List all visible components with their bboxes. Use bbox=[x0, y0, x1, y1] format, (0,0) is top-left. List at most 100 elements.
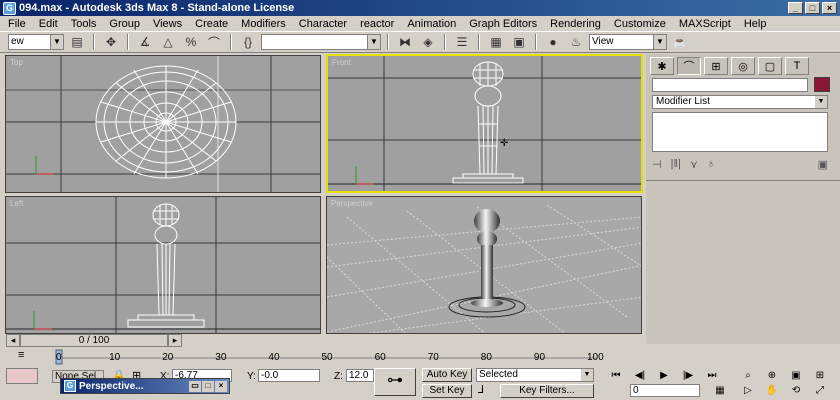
menu-reactor[interactable]: reactor bbox=[360, 18, 394, 30]
app-logo-icon: G bbox=[64, 380, 76, 392]
next-key-icon[interactable]: |▶ bbox=[680, 369, 696, 382]
display-tab-icon[interactable]: ▢ bbox=[758, 57, 782, 75]
object-color-swatch[interactable] bbox=[814, 77, 830, 92]
viewport-label[interactable]: Front bbox=[332, 58, 351, 67]
create-tab-icon[interactable]: ✱ bbox=[650, 57, 674, 75]
time-configuration-icon[interactable]: ▦ bbox=[712, 384, 728, 397]
minimize-button[interactable]: _ bbox=[788, 2, 803, 14]
trackbar-tick-label: 70 bbox=[427, 352, 439, 363]
make-unique-icon[interactable]: ⋎ bbox=[690, 158, 698, 171]
remove-modifier-icon[interactable]: ♁ bbox=[707, 158, 715, 170]
viewport-label[interactable]: Top bbox=[10, 58, 23, 67]
next-frame-icon[interactable]: ▸ bbox=[168, 334, 182, 347]
set-key-button[interactable]: Set Key bbox=[422, 384, 472, 398]
key-tangent-icon[interactable]: ⅃ bbox=[478, 383, 496, 397]
previous-key-icon[interactable]: ◀| bbox=[632, 369, 648, 382]
zoom-extents-icon[interactable]: ▣ bbox=[788, 369, 804, 382]
maxscript-listener-field[interactable] bbox=[6, 368, 38, 384]
curve-editor-icon[interactable]: ▦ bbox=[486, 33, 506, 51]
utilities-tab-icon[interactable]: T bbox=[785, 57, 809, 75]
trackbar-tick-label: 0 bbox=[56, 352, 62, 363]
z-label: Z: bbox=[334, 371, 343, 382]
zoom-extents-all-icon[interactable]: ⊞ bbox=[812, 369, 828, 382]
quick-render-icon[interactable]: ☕ bbox=[670, 33, 690, 51]
z-coordinate-field[interactable]: 12.0 bbox=[346, 369, 374, 382]
maximize-button[interactable]: □ bbox=[202, 380, 214, 392]
current-frame-field[interactable]: 0 bbox=[630, 384, 700, 397]
render-scene-icon[interactable]: ♨ bbox=[566, 33, 586, 51]
menu-create[interactable]: Create bbox=[195, 18, 228, 30]
menu-character[interactable]: Character bbox=[299, 18, 347, 30]
arc-rotate-icon[interactable]: ⟲ bbox=[788, 384, 804, 397]
close-button[interactable]: × bbox=[215, 380, 227, 392]
menu-edit[interactable]: Edit bbox=[39, 18, 58, 30]
play-icon[interactable]: ▶ bbox=[656, 369, 672, 382]
key-mode-dropdown[interactable]: Selected ▼ bbox=[476, 368, 594, 382]
stack-buttons: ⊣ |‖| ⋎ ♁ ▣ bbox=[652, 156, 828, 172]
configure-modifier-sets-icon[interactable]: ▣ bbox=[818, 158, 828, 171]
percent-snap-icon[interactable]: % bbox=[181, 33, 201, 51]
modifier-stack[interactable] bbox=[652, 112, 828, 152]
auto-key-button[interactable]: Auto Key bbox=[422, 368, 472, 382]
menu-customize[interactable]: Customize bbox=[614, 18, 666, 30]
selection-filter-dropdown[interactable]: ew ▼ bbox=[8, 34, 64, 50]
maximize-button[interactable]: □ bbox=[805, 2, 820, 14]
minimized-perspective-window[interactable]: G Perspective... ▭ □ × bbox=[60, 378, 230, 394]
named-selection-dropdown[interactable]: ▼ bbox=[261, 34, 381, 50]
menu-group[interactable]: Group bbox=[109, 18, 140, 30]
snap-icon[interactable]: △ bbox=[158, 33, 178, 51]
menu-maxscript[interactable]: MAXScript bbox=[679, 18, 731, 30]
y-coordinate-field[interactable]: -0.0 bbox=[258, 369, 320, 382]
viewport-label[interactable]: Left bbox=[10, 199, 23, 208]
zoom-all-icon[interactable]: ⊕ bbox=[764, 369, 780, 382]
svg-text:✛: ✛ bbox=[500, 138, 509, 149]
zoom-icon[interactable]: ⌕ bbox=[740, 369, 756, 382]
menu-rendering[interactable]: Rendering bbox=[550, 18, 601, 30]
align-icon[interactable]: ◈ bbox=[418, 33, 438, 51]
pin-stack-icon[interactable]: ⊣ bbox=[652, 158, 662, 171]
object-name-field[interactable] bbox=[652, 78, 808, 92]
hierarchy-tab-icon[interactable]: ⊞ bbox=[704, 57, 728, 75]
viewport-left[interactable]: Left bbox=[5, 196, 321, 334]
menu-graph-editors[interactable]: Graph Editors bbox=[469, 18, 537, 30]
show-end-result-icon[interactable]: |‖| bbox=[671, 158, 681, 170]
schematic-view-icon[interactable]: ▣ bbox=[509, 33, 529, 51]
menu-help[interactable]: Help bbox=[744, 18, 767, 30]
go-to-end-icon[interactable]: ⏭ bbox=[704, 369, 720, 382]
move-icon[interactable]: ✥ bbox=[101, 33, 121, 51]
viewport-label[interactable]: Perspective bbox=[331, 199, 373, 208]
angle-snap-icon[interactable]: ∡ bbox=[135, 33, 155, 51]
render-type-dropdown[interactable]: View ▼ bbox=[589, 34, 667, 50]
front-view-graphic: ✛ bbox=[328, 56, 641, 191]
pan-icon[interactable]: ✋ bbox=[764, 384, 780, 397]
menu-file[interactable]: File bbox=[8, 18, 26, 30]
field-of-view-icon[interactable]: ▷ bbox=[740, 384, 756, 397]
prev-frame-icon[interactable]: ◂ bbox=[6, 334, 20, 347]
modify-tab-icon[interactable]: ⌒ bbox=[677, 57, 701, 75]
mirror-icon[interactable]: ⧓ bbox=[395, 33, 415, 51]
key-filters-button[interactable]: Key Filters... bbox=[500, 384, 594, 398]
spinner-snap-icon[interactable]: ⌒ bbox=[204, 33, 224, 51]
edit-named-selection-icon[interactable]: {} bbox=[238, 33, 258, 51]
restore-button[interactable]: ▭ bbox=[189, 380, 201, 392]
viewport-perspective[interactable]: Perspective bbox=[326, 196, 642, 334]
modifier-list-dropdown[interactable]: Modifier List ▼ bbox=[652, 95, 828, 109]
menu-modifiers[interactable]: Modifiers bbox=[241, 18, 286, 30]
trackbar-tick-label: 80 bbox=[480, 352, 492, 363]
maximize-viewport-icon[interactable]: ⤢ bbox=[812, 384, 828, 397]
chevron-down-icon: ▼ bbox=[367, 35, 380, 49]
motion-tab-icon[interactable]: ◎ bbox=[731, 57, 755, 75]
material-editor-icon[interactable]: ● bbox=[543, 33, 563, 51]
time-slider[interactable]: 0 / 100 bbox=[20, 334, 168, 347]
menu-views[interactable]: Views bbox=[153, 18, 182, 30]
close-button[interactable]: × bbox=[822, 2, 837, 14]
key-mode-toggle-icon[interactable]: ⊶ bbox=[374, 368, 416, 396]
select-by-name-icon[interactable]: ▤ bbox=[67, 33, 87, 51]
layer-manager-icon[interactable]: ☰ bbox=[452, 33, 472, 51]
menu-tools[interactable]: Tools bbox=[71, 18, 97, 30]
menu-animation[interactable]: Animation bbox=[407, 18, 456, 30]
go-to-start-icon[interactable]: ⏮ bbox=[608, 369, 624, 382]
trackbar[interactable]: ≡ 0 10 20 30 40 50 60 70 80 90 100 bbox=[0, 348, 604, 367]
viewport-front[interactable]: Front ✛ bbox=[326, 54, 643, 193]
viewport-top[interactable]: Top bbox=[5, 55, 321, 193]
